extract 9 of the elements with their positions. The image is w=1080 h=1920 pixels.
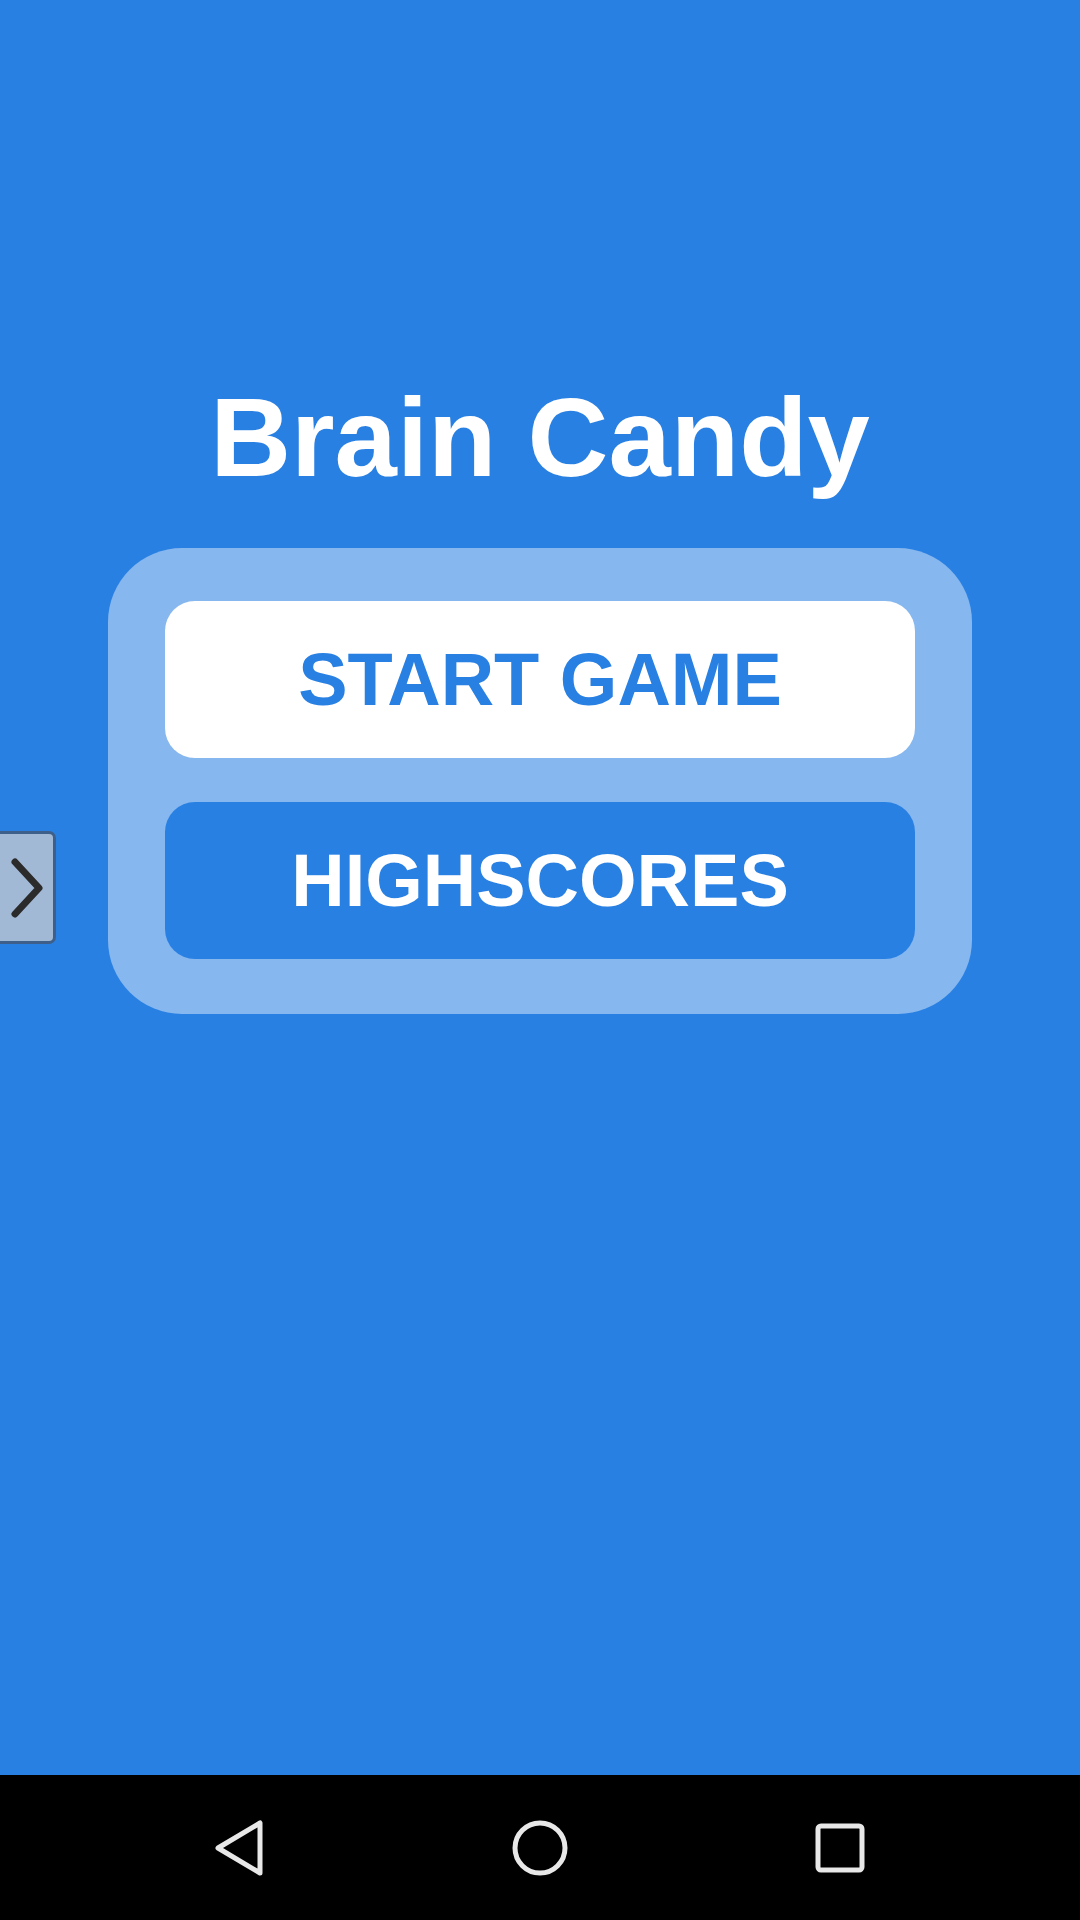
drawer-handle[interactable]: [0, 831, 56, 944]
back-icon: [215, 1819, 265, 1876]
chevron-right-icon: [9, 857, 44, 918]
home-icon: [512, 1819, 568, 1876]
menu-button[interactable]: HIGHSCORES: [165, 802, 915, 959]
menu-button[interactable]: START GAME: [165, 601, 915, 758]
home-button[interactable]: [512, 1819, 568, 1876]
recents-icon: [815, 1822, 865, 1873]
app-title: Brain Candy: [209, 374, 871, 502]
